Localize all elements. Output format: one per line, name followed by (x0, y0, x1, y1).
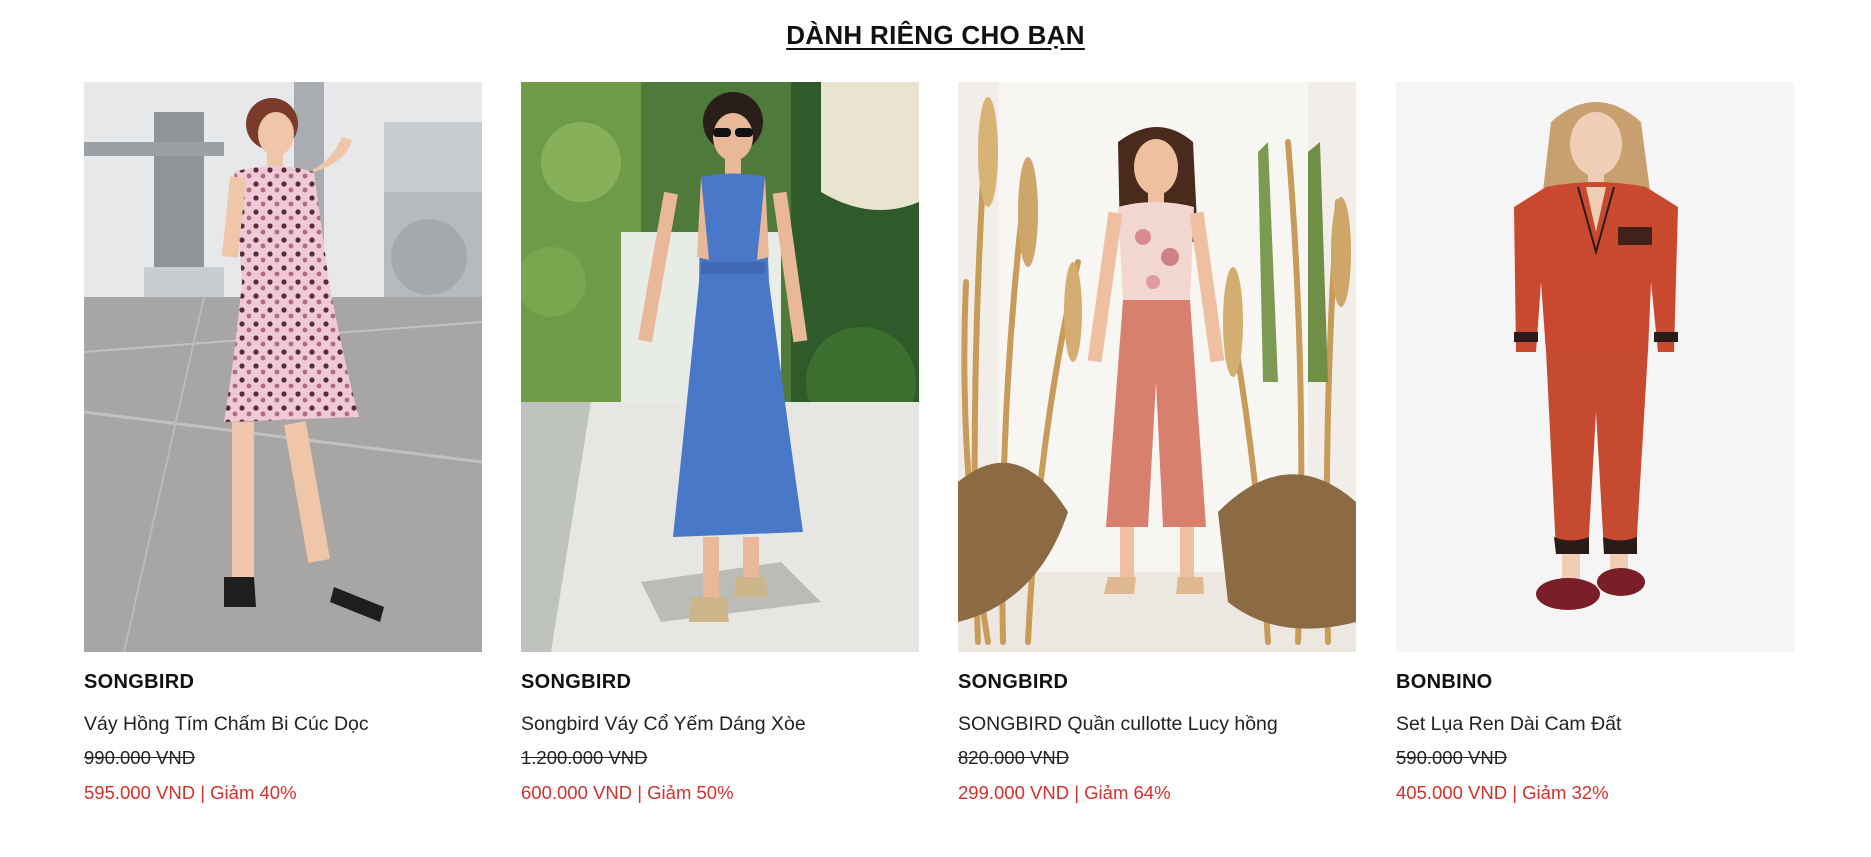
product-sale-price: 595.000 VND | Giảm 40% (84, 782, 297, 803)
product-photo-pink-polka-dot-dress (84, 82, 482, 652)
product-card[interactable]: SONGBIRD Songbird Váy Cổ Yếm Dáng Xòe 1.… (521, 82, 919, 806)
product-card[interactable]: SONGBIRD SONGBIRD Quần cullotte Lucy hồn… (958, 82, 1356, 806)
product-card[interactable]: BONBINO Set Lụa Ren Dài Cam Đất 590.000 … (1396, 82, 1794, 806)
product-brand: BONBINO (1396, 671, 1493, 693)
section-title: DÀNH RIÊNG CHO BẠN (786, 20, 1085, 50)
product-card[interactable]: SONGBIRD Váy Hồng Tím Chấm Bi Cúc Dọc 99… (84, 82, 482, 806)
product-sale-price: 405.000 VND | Giảm 32% (1396, 782, 1609, 803)
product-original-price: 590.000 VND (1396, 747, 1508, 768)
product-original-price: 820.000 VND (958, 747, 1070, 768)
product-image[interactable] (1396, 82, 1794, 652)
product-brand: SONGBIRD (84, 671, 195, 693)
product-brand: SONGBIRD (521, 671, 632, 693)
product-image[interactable] (84, 82, 482, 652)
product-sale-price: 299.000 VND | Giảm 64% (958, 782, 1171, 803)
product-photo-pink-culottes (958, 82, 1356, 652)
product-photo-orange-silk-pajama-set (1396, 82, 1794, 652)
product-original-price: 1.200.000 VND (521, 747, 648, 768)
product-name-link[interactable]: SONGBIRD Quần cullotte Lucy hồng (958, 711, 1356, 737)
product-grid: SONGBIRD Váy Hồng Tím Chấm Bi Cúc Dọc 99… (84, 82, 1800, 822)
product-sale-price: 600.000 VND | Giảm 50% (521, 782, 734, 803)
product-original-price: 990.000 VND (84, 747, 196, 768)
product-photo-blue-halter-dress (521, 82, 919, 652)
product-brand: SONGBIRD (958, 671, 1069, 693)
product-image[interactable] (521, 82, 919, 652)
product-name-link[interactable]: Set Lụa Ren Dài Cam Đất (1396, 711, 1794, 737)
product-name-link[interactable]: Songbird Váy Cổ Yếm Dáng Xòe (521, 711, 919, 737)
product-name-link[interactable]: Váy Hồng Tím Chấm Bi Cúc Dọc (84, 711, 482, 737)
product-image[interactable] (958, 82, 1356, 652)
